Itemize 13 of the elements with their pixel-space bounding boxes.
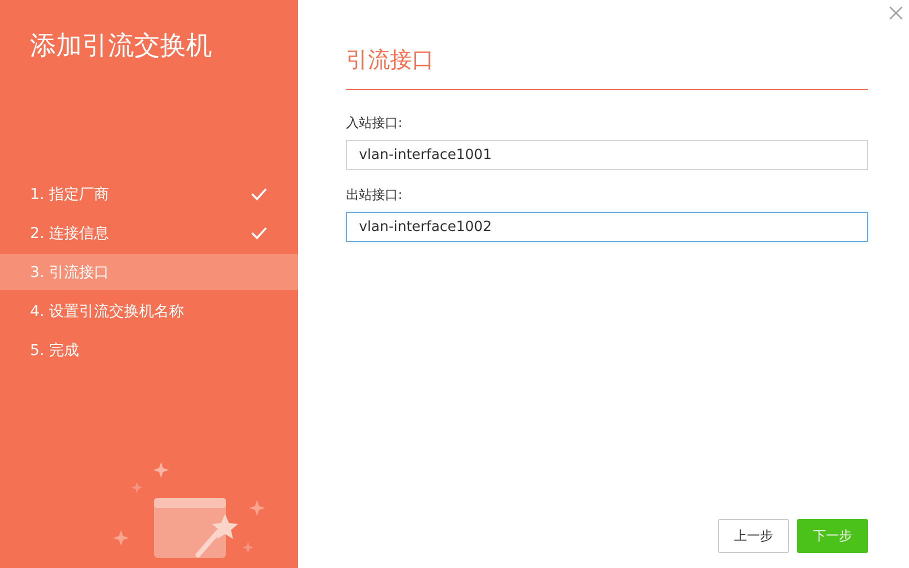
input-field[interactable]: vlan-interface1002 <box>346 212 868 242</box>
step-item: 5. 完成 <box>29 340 80 360</box>
step-item: 1. 指定厂商 <box>0 176 298 212</box>
step-item: 2. 连接信息 <box>0 215 298 251</box>
step-item: 4. 设置引流交换机名称 <box>29 300 186 322</box>
dialog-title: 添加引流交换机 <box>29 30 213 63</box>
close-icon[interactable] <box>889 6 903 20</box>
input-field[interactable]: vlan-interface1001 <box>346 140 868 170</box>
field-label: 入站接口: <box>346 115 404 132</box>
back-button[interactable]: 上一步 <box>718 519 789 553</box>
field-label: 出站接口: <box>346 187 404 204</box>
step-item: 3. 引流接口 <box>0 254 298 290</box>
section-title: 引流接口 <box>346 47 435 75</box>
